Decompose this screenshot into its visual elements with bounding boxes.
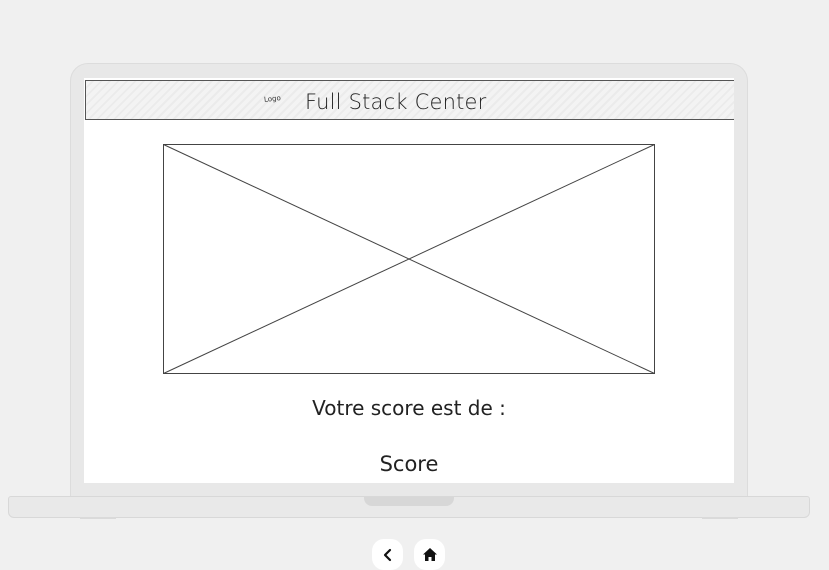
score-value: Score bbox=[379, 452, 439, 476]
laptop-foot bbox=[702, 517, 738, 519]
chevron-left-icon bbox=[383, 548, 391, 561]
score-label: Votre score est de : bbox=[312, 396, 506, 420]
home-icon bbox=[422, 548, 437, 561]
back-button[interactable] bbox=[372, 539, 403, 570]
laptop-notch bbox=[364, 497, 454, 506]
page: Logo Full Stack Center Votre score est d… bbox=[0, 0, 829, 570]
site-title: Full Stack Center bbox=[305, 90, 487, 114]
laptop-foot bbox=[80, 517, 116, 519]
header-bar: Logo Full Stack Center bbox=[85, 80, 734, 120]
image-placeholder-icon bbox=[163, 144, 655, 374]
home-button[interactable] bbox=[414, 539, 445, 570]
device-screen: Logo Full Stack Center Votre score est d… bbox=[84, 78, 734, 483]
logo[interactable]: Logo bbox=[264, 94, 282, 104]
